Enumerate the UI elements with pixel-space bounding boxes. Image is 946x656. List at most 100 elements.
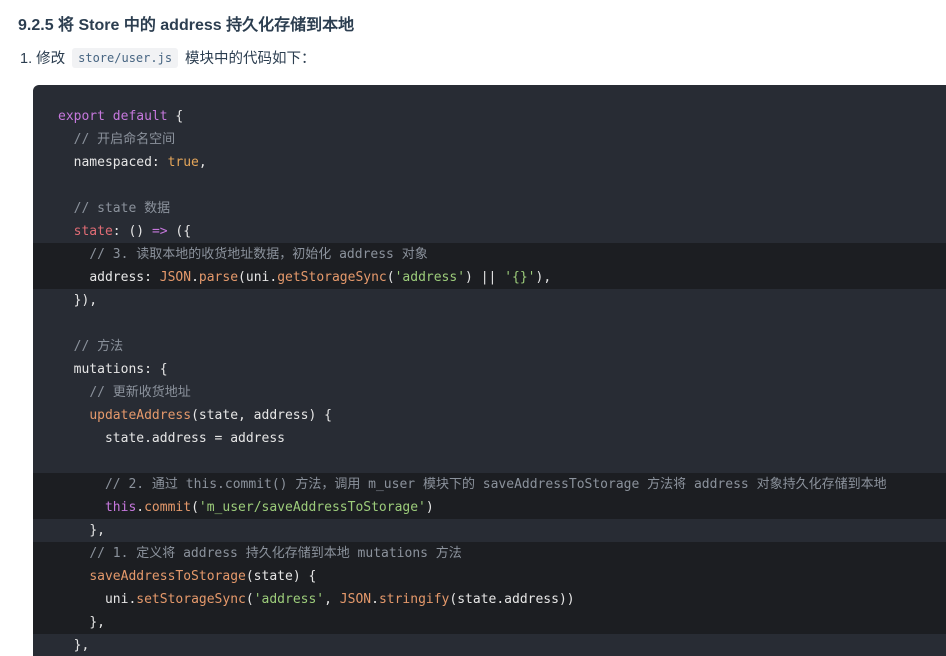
code-token: uni. — [104, 592, 137, 607]
code-token: JSON — [339, 592, 372, 607]
code-token: this — [104, 500, 137, 515]
code-token: (state.address)) — [449, 592, 575, 607]
code-token: // state 数据 — [73, 201, 171, 216]
code-token: (state, address) { — [191, 408, 332, 423]
code-token: export default — [58, 109, 168, 124]
code-line-highlighted: // 2. 通过 this.commit() 方法，调用 m_user 模块下的… — [33, 473, 946, 496]
code-line-highlighted: uni.setStorageSync('address', JSON.strin… — [33, 588, 946, 611]
code-token: : () — [112, 224, 152, 239]
code-token: (uni. — [238, 270, 278, 285]
code-token: // 更新收货地址 — [89, 385, 191, 400]
code-token: saveAddressToStorage — [89, 569, 246, 584]
code-line: mutations: { — [33, 358, 946, 381]
code-token: stringify — [378, 592, 450, 607]
code-line-highlighted: saveAddressToStorage(state) { — [33, 565, 946, 588]
code-token: 'address' — [253, 592, 325, 607]
code-line: }), — [33, 289, 946, 312]
code-line: }, — [33, 519, 946, 542]
code-token: 'm_user/saveAddressToStorage' — [198, 500, 426, 515]
code-token: 'address' — [394, 270, 466, 285]
code-token: ( — [245, 592, 254, 607]
step-instruction: 1. 修改 store/user.js 模块中的代码如下： — [20, 47, 316, 68]
code-token: ({ — [167, 224, 192, 239]
code-token: parse — [198, 270, 239, 285]
code-token: }, — [73, 638, 90, 653]
code-token: JSON — [159, 270, 192, 285]
code-token: setStorageSync — [136, 592, 246, 607]
code-token: true — [167, 155, 199, 170]
code-lines: export default { // 开启命名空间 namespaced: t… — [33, 105, 946, 656]
code-line: }, — [33, 634, 946, 656]
code-line-highlighted: address: JSON.parse(uni.getStorageSync('… — [33, 266, 946, 289]
code-token: // 2. 通过 this.commit() 方法，调用 m_user 模块下的… — [104, 477, 887, 492]
code-token: => — [151, 224, 168, 239]
code-line: namespaced: true, — [33, 151, 946, 174]
code-token: . — [136, 500, 145, 515]
code-line: // 方法 — [33, 335, 946, 358]
code-token: (state) { — [245, 569, 317, 584]
code-line: state: () => ({ — [33, 220, 946, 243]
code-line-highlighted: // 3. 读取本地的收货地址数据，初始化 address 对象 — [33, 243, 946, 266]
code-line: state.address = address — [33, 427, 946, 450]
code-token: commit — [144, 500, 192, 515]
code-token: . — [191, 270, 199, 285]
step-suffix: 模块中的代码如下： — [185, 51, 316, 67]
code-line-highlighted: this.commit('m_user/saveAddressToStorage… — [33, 496, 946, 519]
code-line: export default { — [33, 105, 946, 128]
code-token: { — [167, 109, 184, 124]
code-block[interactable]: export default { // 开启命名空间 namespaced: t… — [33, 85, 946, 656]
code-token: ( — [386, 270, 395, 285]
code-token: '{}' — [504, 270, 536, 285]
code-line: // 开启命名空间 — [33, 128, 946, 151]
code-token: , — [324, 592, 340, 607]
code-token: mutations: { — [73, 362, 168, 377]
code-line: // state 数据 — [33, 197, 946, 220]
code-line: // 更新收货地址 — [33, 381, 946, 404]
section-heading: 9.2.5 将 Store 中的 address 持久化存储到本地 — [18, 17, 355, 34]
code-token: ( — [191, 500, 199, 515]
code-token: updateAddress — [89, 408, 192, 423]
code-token: state — [73, 224, 113, 239]
code-token: state.address = address — [104, 431, 285, 446]
code-token: ), — [535, 270, 552, 285]
code-line: updateAddress(state, address) { — [33, 404, 946, 427]
step-prefix: 1. 修改 — [20, 51, 66, 67]
code-token: // 1. 定义将 address 持久化存储到本地 mutations 方法 — [89, 546, 462, 561]
code-token: // 方法 — [73, 339, 124, 354]
code-token: . — [371, 592, 379, 607]
code-token: namespaced: — [73, 155, 168, 170]
code-token: // 3. 读取本地的收货地址数据，初始化 address 对象 — [89, 247, 428, 262]
code-token: , — [198, 155, 207, 170]
code-token: }), — [73, 293, 98, 308]
file-path-code: store/user.js — [72, 47, 179, 68]
code-token: ) || — [465, 270, 505, 285]
code-token: ) — [425, 500, 434, 515]
code-token: // 开启命名空间 — [73, 132, 176, 147]
code-token: getStorageSync — [277, 270, 387, 285]
code-token: }, — [89, 523, 105, 538]
code-token: address: — [89, 270, 160, 285]
